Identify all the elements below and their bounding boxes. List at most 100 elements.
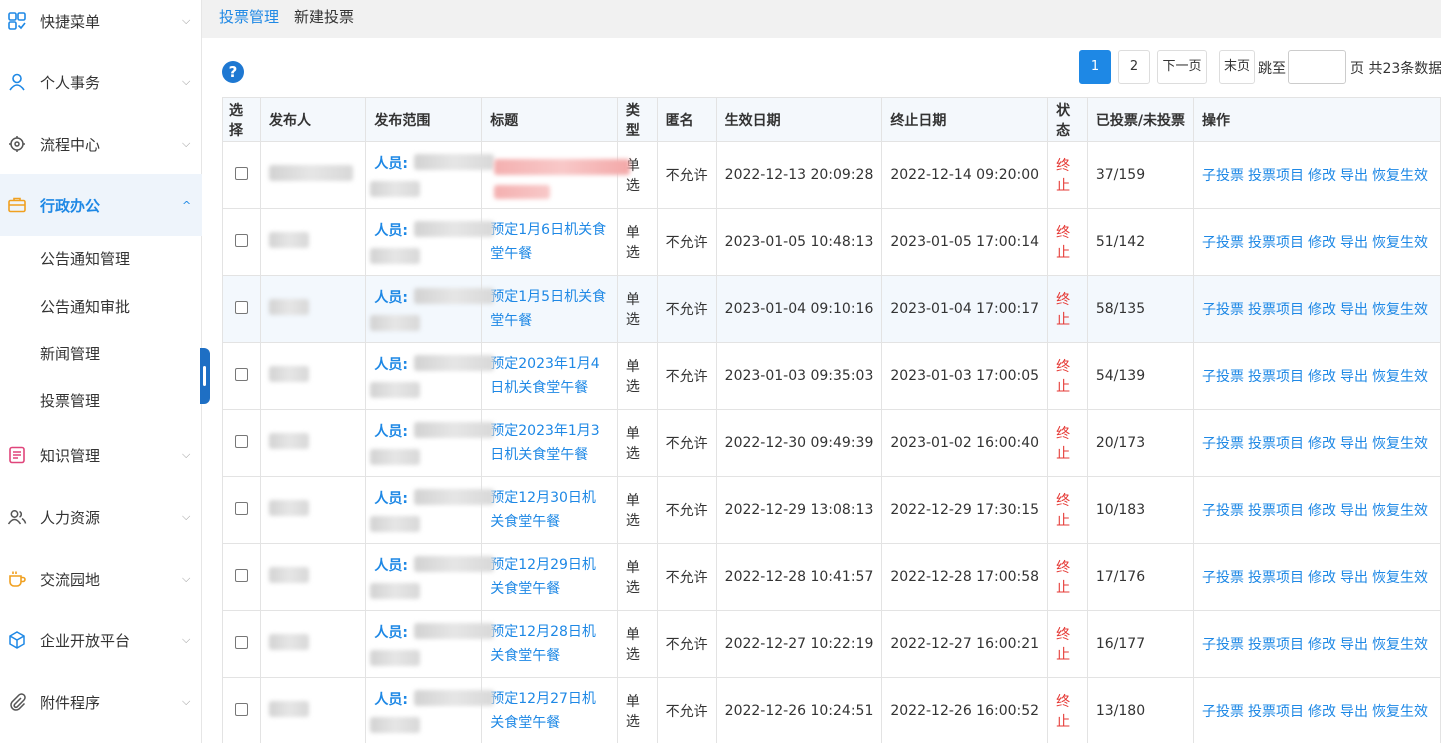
sub-vote-link[interactable]: 子投票: [1202, 235, 1244, 251]
scope-cell: 人员:: [365, 677, 495, 743]
select-cell: [222, 208, 261, 276]
jump-page-input[interactable]: [1288, 50, 1346, 84]
last-page-button[interactable]: 末页: [1219, 50, 1255, 84]
nav-knowledge[interactable]: 知识管理 ⌵: [0, 424, 202, 486]
vote-items-link[interactable]: 投票项目: [1248, 637, 1304, 653]
edit-link[interactable]: 修改: [1308, 168, 1336, 184]
sub-vote-link[interactable]: 子投票: [1202, 168, 1244, 184]
edit-link[interactable]: 修改: [1308, 637, 1336, 653]
vote-items-link[interactable]: 投票项目: [1248, 168, 1304, 184]
edit-link[interactable]: 修改: [1308, 436, 1336, 452]
tab-vote-manage[interactable]: 投票管理: [219, 6, 279, 27]
restore-link[interactable]: 恢复生效: [1372, 704, 1428, 720]
col-header: 类型: [616, 97, 658, 142]
row-checkbox[interactable]: [234, 702, 248, 716]
vote-items-link[interactable]: 投票项目: [1248, 503, 1304, 519]
scope-cell: 人员:: [365, 141, 495, 209]
person-icon: [6, 71, 28, 93]
redacted-scope: [370, 449, 421, 465]
status-badge: 终止: [1047, 342, 1088, 410]
submenu-notice-manage[interactable]: 公告通知管理: [40, 248, 130, 270]
edit-link[interactable]: 修改: [1308, 570, 1336, 586]
row-checkbox[interactable]: [234, 233, 248, 247]
restore-link[interactable]: 恢复生效: [1372, 302, 1428, 318]
help-icon[interactable]: ?: [222, 61, 244, 83]
vote-items-link[interactable]: 投票项目: [1248, 302, 1304, 318]
export-link[interactable]: 导出: [1340, 503, 1368, 519]
vote-items-link[interactable]: 投票项目: [1248, 704, 1304, 720]
sub-vote-link[interactable]: 子投票: [1202, 436, 1244, 452]
export-link[interactable]: 导出: [1340, 168, 1368, 184]
export-link[interactable]: 导出: [1340, 570, 1368, 586]
tab-new-vote[interactable]: 新建投票: [294, 6, 354, 27]
edit-link[interactable]: 修改: [1308, 302, 1336, 318]
sub-vote-link[interactable]: 子投票: [1202, 570, 1244, 586]
vote-title-link[interactable]: 预定12月30日机关食堂午餐: [490, 490, 596, 530]
select-cell: [222, 342, 261, 410]
sub-vote-link[interactable]: 子投票: [1202, 503, 1244, 519]
restore-link[interactable]: 恢复生效: [1372, 436, 1428, 452]
restore-link[interactable]: 恢复生效: [1372, 168, 1428, 184]
sub-vote-link[interactable]: 子投票: [1202, 637, 1244, 653]
vote-title-link[interactable]: 预定12月28日机关食堂午餐: [490, 624, 596, 664]
redacted-publisher: [268, 500, 309, 516]
restore-link[interactable]: 恢复生效: [1372, 235, 1428, 251]
sidebar-collapse-handle[interactable]: [200, 348, 210, 404]
vote-title-link[interactable]: 预定1月5日机关食堂午餐: [490, 289, 606, 329]
vote-items-link[interactable]: 投票项目: [1248, 369, 1304, 385]
sub-vote-link[interactable]: 子投票: [1202, 704, 1244, 720]
restore-link[interactable]: 恢复生效: [1372, 503, 1428, 519]
export-link[interactable]: 导出: [1340, 436, 1368, 452]
edit-link[interactable]: 修改: [1308, 369, 1336, 385]
submenu-notice-approve[interactable]: 公告通知审批: [40, 296, 130, 318]
nav-attachments[interactable]: 附件程序 ⌵: [0, 671, 202, 733]
edit-link[interactable]: 修改: [1308, 503, 1336, 519]
restore-link[interactable]: 恢复生效: [1372, 369, 1428, 385]
scope-prefix: 人员:: [374, 156, 408, 172]
vote-items-link[interactable]: 投票项目: [1248, 436, 1304, 452]
restore-link[interactable]: 恢复生效: [1372, 637, 1428, 653]
vote-title-link[interactable]: 预定2023年1月3日机关食堂午餐: [490, 423, 599, 463]
nav-admin-office[interactable]: 行政办公 ^: [0, 174, 202, 236]
edit-link[interactable]: 修改: [1308, 235, 1336, 251]
row-checkbox[interactable]: [234, 501, 248, 515]
page-2-button[interactable]: 2: [1118, 50, 1150, 84]
nav-hr[interactable]: 人力资源 ⌵: [0, 486, 202, 548]
restore-link[interactable]: 恢复生效: [1372, 570, 1428, 586]
nav-open-platform[interactable]: 企业开放平台 ⌵: [0, 609, 202, 671]
export-link[interactable]: 导出: [1340, 369, 1368, 385]
submenu-vote-manage[interactable]: 投票管理: [40, 390, 100, 412]
row-checkbox[interactable]: [234, 300, 248, 314]
edit-link[interactable]: 修改: [1308, 704, 1336, 720]
row-checkbox[interactable]: [234, 635, 248, 649]
type-cell: 单选: [616, 208, 658, 276]
export-link[interactable]: 导出: [1340, 704, 1368, 720]
row-checkbox[interactable]: [234, 568, 248, 582]
export-link[interactable]: 导出: [1340, 235, 1368, 251]
vote-items-link[interactable]: 投票项目: [1248, 235, 1304, 251]
nav-community[interactable]: 交流园地 ⌵: [0, 548, 202, 610]
sub-vote-link[interactable]: 子投票: [1202, 369, 1244, 385]
export-link[interactable]: 导出: [1340, 302, 1368, 318]
nav-quick-menu[interactable]: 快捷菜单 ⌵: [0, 0, 202, 52]
vote-items-link[interactable]: 投票项目: [1248, 570, 1304, 586]
col-header: 生效日期: [715, 97, 883, 142]
vote-title-link[interactable]: 预定1月6日机关食堂午餐: [490, 222, 606, 262]
next-page-button[interactable]: 下一页: [1157, 50, 1207, 84]
vote-title-link[interactable]: 预定12月29日机关食堂午餐: [490, 557, 596, 597]
grid-check-icon: [6, 10, 28, 32]
vote-title-link[interactable]: 预定2023年1月4日机关食堂午餐: [490, 356, 599, 396]
end-date-cell: 2022-12-29 17:30:15: [881, 476, 1049, 544]
row-checkbox[interactable]: [234, 434, 248, 448]
vote-title-link[interactable]: 预定12月27日机关食堂午餐: [490, 691, 596, 731]
cube-icon: [6, 629, 28, 651]
row-checkbox[interactable]: [234, 166, 248, 180]
export-link[interactable]: 导出: [1340, 637, 1368, 653]
sub-vote-link[interactable]: 子投票: [1202, 302, 1244, 318]
page-1-button[interactable]: 1: [1079, 50, 1111, 84]
submenu-news-manage[interactable]: 新闻管理: [40, 343, 100, 365]
nav-personal[interactable]: 个人事务 ⌵: [0, 51, 202, 113]
select-cell: [222, 677, 261, 743]
row-checkbox[interactable]: [234, 367, 248, 381]
nav-workflow[interactable]: 流程中心 ⌵: [0, 113, 202, 175]
